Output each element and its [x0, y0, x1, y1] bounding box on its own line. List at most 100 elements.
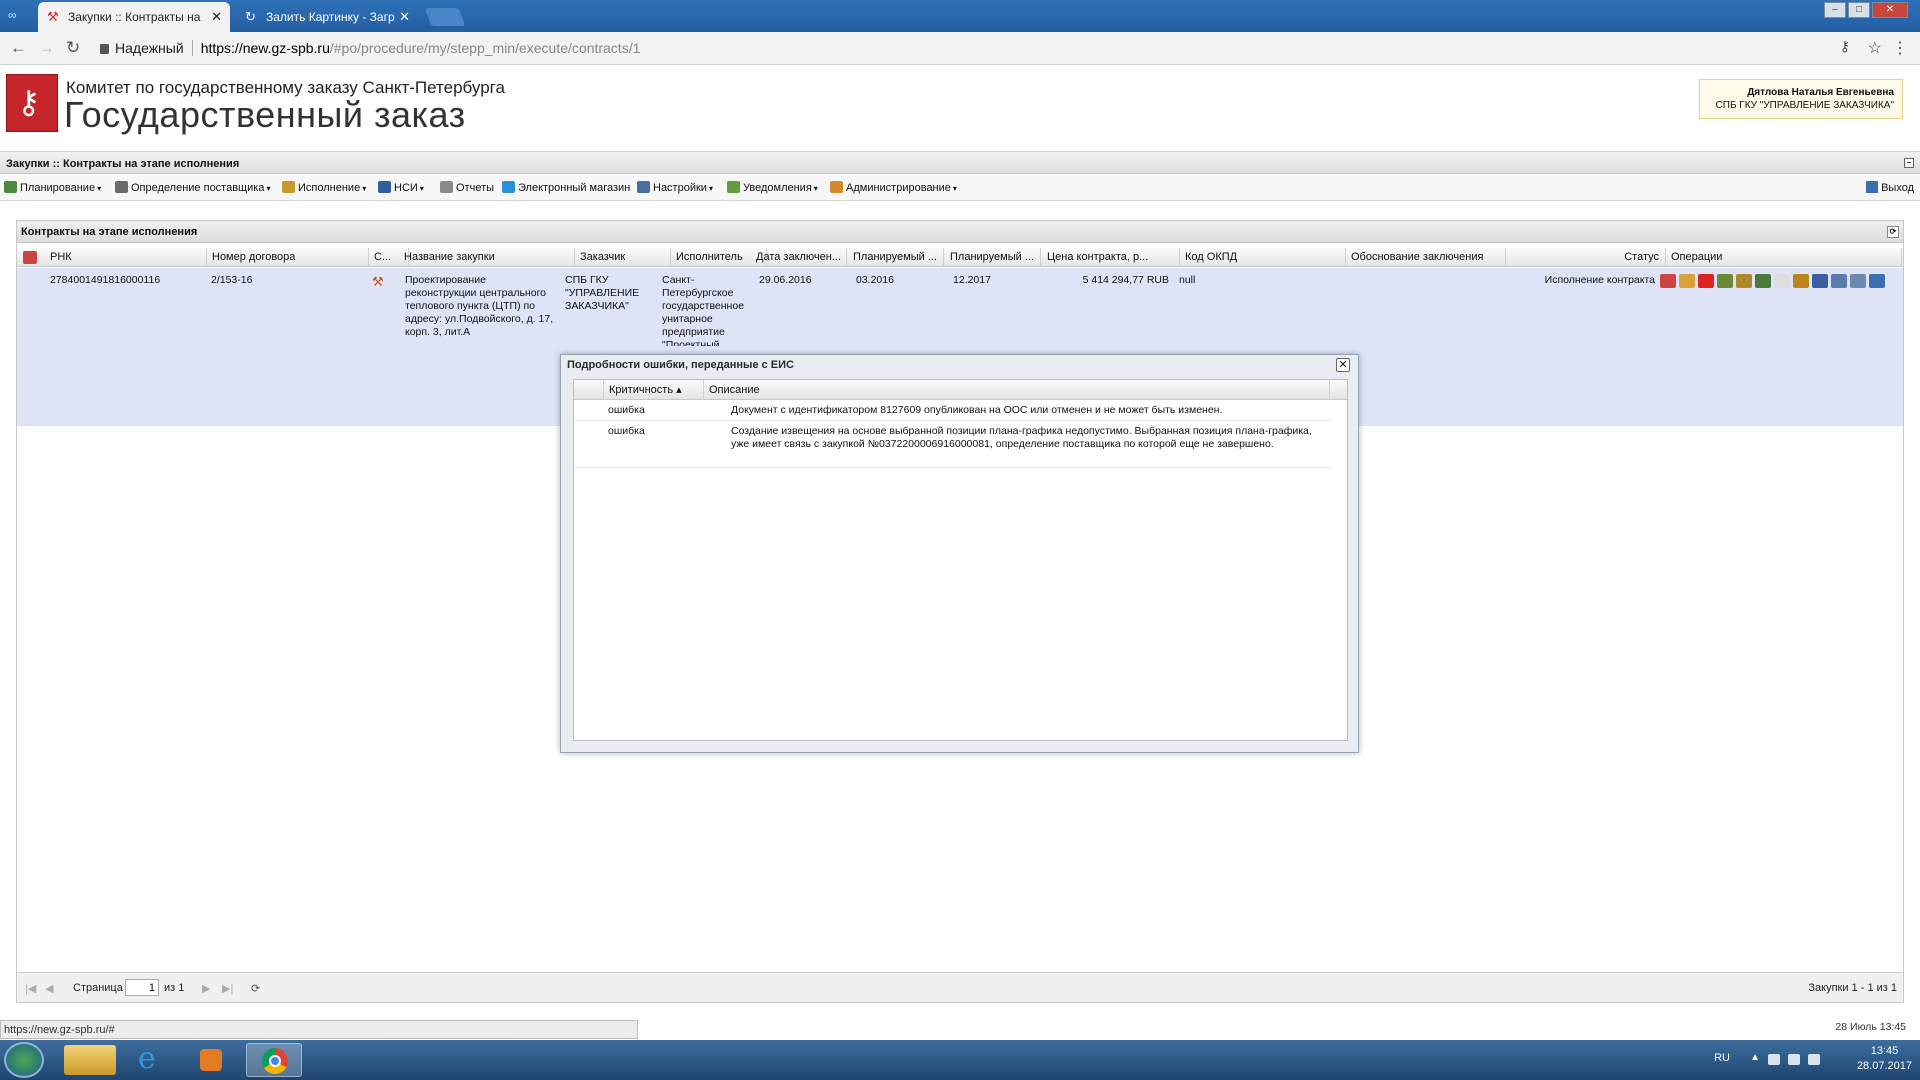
- dropdown-arrow-icon: ▾: [362, 184, 367, 193]
- browser-menu-icon[interactable]: ⋮: [1892, 38, 1908, 58]
- clock[interactable]: 13:45 28.07.2017: [1857, 1044, 1912, 1074]
- menu-item-6[interactable]: Настройки ▾: [637, 181, 713, 194]
- tab-purchases[interactable]: ⚒ Закупки :: Контракты на ✕: [38, 2, 230, 32]
- maximize-icon[interactable]: □: [1848, 2, 1870, 18]
- menu-item-8[interactable]: Администрирование ▾: [830, 181, 957, 194]
- menu-item-5[interactable]: Электронный магазин: [502, 181, 630, 194]
- errors-grid-header: Критичность ▴ Описание: [574, 380, 1347, 400]
- column-header[interactable]: Номер договора: [207, 248, 369, 267]
- action-center-flag-icon[interactable]: [1768, 1054, 1780, 1065]
- operation-icon[interactable]: [1660, 274, 1676, 288]
- menu-item-label: НСИ: [394, 182, 418, 194]
- network-icon[interactable]: [1788, 1054, 1800, 1065]
- operation-icon[interactable]: [1698, 274, 1714, 288]
- operation-icon[interactable]: [1736, 274, 1752, 288]
- url-field[interactable]: Надежный https://new.gz-spb.ru/#po/proced…: [94, 37, 1834, 60]
- operation-icon[interactable]: [1755, 274, 1771, 288]
- media-player-taskbar-icon[interactable]: [184, 1043, 240, 1077]
- column-header[interactable]: РНК: [45, 248, 207, 267]
- operations-icons: [1660, 274, 1885, 288]
- menu-item-label: Уведомления: [743, 182, 812, 194]
- last-page-icon[interactable]: ▶|: [222, 982, 233, 995]
- operation-icon[interactable]: [1850, 274, 1866, 288]
- column-header[interactable]: Планируемый ...: [945, 248, 1041, 267]
- column-header[interactable]: Операции: [1666, 248, 1902, 267]
- grid-title: Контракты на этапе исполнения: [21, 226, 198, 238]
- bookmark-star-icon[interactable]: ☆: [1868, 38, 1882, 58]
- menu-item-3[interactable]: НСИ ▾: [378, 181, 424, 194]
- first-page-icon[interactable]: |◀: [25, 982, 36, 995]
- explorer-taskbar-icon[interactable]: [64, 1045, 116, 1075]
- column-header[interactable]: Код ОКПД: [1180, 248, 1346, 267]
- ie-taskbar-icon[interactable]: e: [124, 1041, 180, 1077]
- menu-item-0[interactable]: Планирование ▾: [4, 181, 101, 194]
- operation-icon[interactable]: [1679, 274, 1695, 288]
- operation-icon[interactable]: [1793, 274, 1809, 288]
- language-indicator[interactable]: RU: [1714, 1052, 1730, 1064]
- filter-clear-icon[interactable]: [23, 251, 37, 264]
- wrench-icon: [637, 181, 650, 193]
- column-header[interactable]: Цена контракта, р...: [1042, 248, 1180, 267]
- column-header[interactable]: Название закупки: [399, 248, 575, 267]
- profile-icon[interactable]: ∞: [8, 8, 17, 22]
- column-header[interactable]: Дата заключен...: [751, 248, 847, 267]
- operation-icon[interactable]: [1812, 274, 1828, 288]
- cell-contract-number: 2/153-16: [211, 274, 253, 286]
- refresh-tool-icon[interactable]: ⟳: [1887, 226, 1899, 238]
- prev-page-icon[interactable]: ◀: [45, 982, 53, 995]
- minimize-icon[interactable]: –: [1824, 2, 1846, 18]
- operation-icon[interactable]: [1774, 274, 1790, 288]
- site-title: Государственный заказ: [64, 94, 466, 135]
- menu-item-1[interactable]: Определение поставщика ▾: [115, 181, 270, 194]
- show-hidden-icons[interactable]: ▲: [1750, 1052, 1760, 1063]
- menu-item-label: Администрирование: [846, 182, 951, 194]
- security-label: Надежный: [115, 40, 184, 56]
- tab-close-icon[interactable]: ✕: [399, 2, 410, 32]
- error-description: Документ с идентификатором 8127609 опубл…: [731, 404, 1223, 416]
- user-info-box: Дятлова Наталья Евгеньевна СПБ ГКУ "УПРА…: [1699, 79, 1903, 119]
- exit-button[interactable]: Выход: [1866, 181, 1914, 194]
- column-header[interactable]: Планируемый ...: [848, 248, 944, 267]
- list-item[interactable]: ошибка Документ с идентификатором 812760…: [574, 401, 1331, 421]
- cell-rnk: 2784001491816000116: [50, 274, 161, 286]
- exit-door-icon: [1866, 181, 1879, 193]
- column-header[interactable]: Обоснование заключения: [1346, 248, 1506, 267]
- menu-item-label: Электронный магазин: [518, 182, 631, 194]
- column-header[interactable]: Заказчик: [575, 248, 671, 267]
- status-url-bubble: https://new.gz-spb.ru/#: [0, 1020, 638, 1039]
- forward-icon[interactable]: →: [38, 38, 55, 58]
- chrome-taskbar-icon[interactable]: [246, 1043, 302, 1077]
- dialog-close-icon[interactable]: ✕: [1336, 358, 1350, 372]
- tab-label: Закупки :: Контракты на: [68, 10, 201, 24]
- back-icon[interactable]: ←: [10, 38, 27, 58]
- volume-icon[interactable]: [1808, 1054, 1820, 1065]
- menu-item-4[interactable]: Отчеты: [440, 181, 494, 194]
- reload-icon[interactable]: ↻: [66, 38, 80, 58]
- tab-close-icon[interactable]: ✕: [211, 2, 222, 32]
- page-number-input[interactable]: [125, 979, 159, 996]
- severity-column-header[interactable]: Критичность ▴: [604, 380, 704, 400]
- main-menu: Выход Планирование ▾ Определение поставщик…: [0, 175, 1920, 201]
- error-details-dialog: Подробности ошибки, переданные с ЕИС ✕ К…: [560, 354, 1359, 753]
- key-icon[interactable]: ⚷: [1840, 38, 1850, 55]
- menu-item-2[interactable]: Исполнение ▾: [282, 181, 366, 194]
- start-button-icon[interactable]: [4, 1042, 44, 1078]
- description-column-header[interactable]: Описание: [704, 380, 1330, 400]
- refresh-icon[interactable]: ⟳: [251, 982, 260, 995]
- windows-taskbar: e RU ▲ 13:45 28.07.2017: [0, 1040, 1920, 1080]
- tab-label: Залить Картинку - Загр: [266, 10, 395, 24]
- operation-icon[interactable]: [1831, 274, 1847, 288]
- menu-item-7[interactable]: Уведомления ▾: [727, 181, 818, 194]
- supplier-icon: [115, 181, 128, 193]
- cell-price: 5 414 294,77 RUB: [1082, 274, 1169, 286]
- close-window-icon[interactable]: ✕: [1872, 2, 1908, 18]
- tab-upload-image[interactable]: ↻ Залить Картинку - Загр ✕: [236, 2, 418, 32]
- new-tab-button[interactable]: [424, 8, 466, 26]
- next-page-icon[interactable]: ▶: [202, 982, 210, 995]
- list-item[interactable]: ошибка Создание извещения на основе выбр…: [574, 422, 1331, 468]
- column-header[interactable]: Статус: [1506, 248, 1666, 267]
- collapse-panel-icon[interactable]: –: [1904, 158, 1914, 168]
- operation-icon[interactable]: [1869, 274, 1885, 288]
- operation-icon[interactable]: [1717, 274, 1733, 288]
- loading-spinner-icon: ↻: [245, 9, 256, 24]
